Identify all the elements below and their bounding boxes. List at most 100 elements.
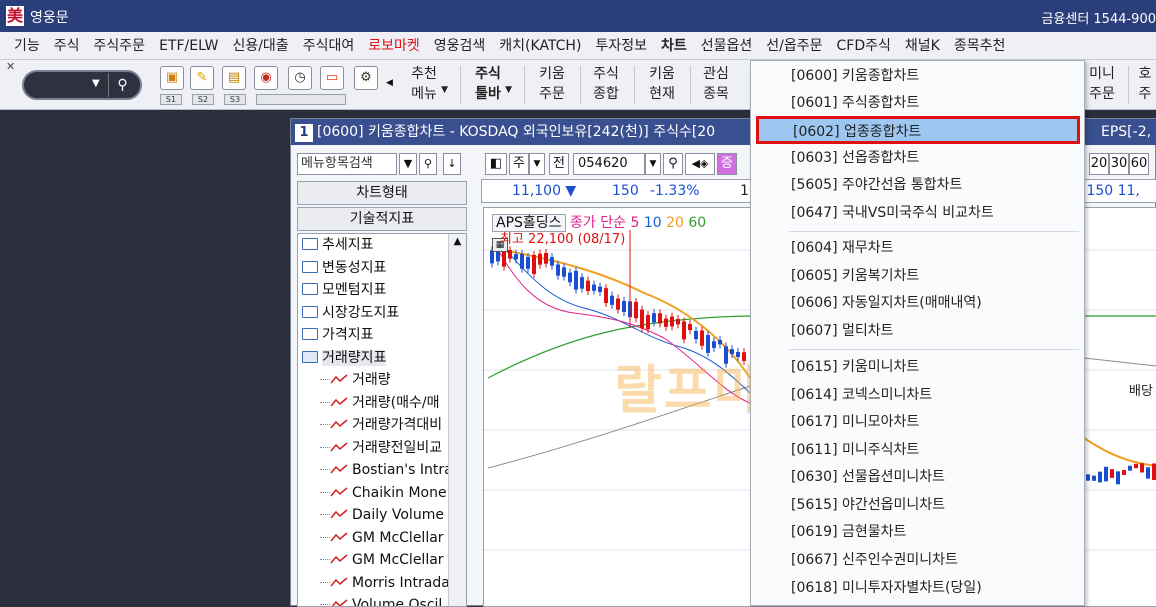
buy-badge-icon[interactable]: 증 [717, 153, 737, 175]
menu-etf-elw[interactable]: ETF/ELW [152, 32, 225, 59]
menu-chart[interactable]: 차트 [654, 32, 694, 59]
menu-function[interactable]: 기능 [0, 32, 47, 59]
kiwoom-order-button[interactable]: 키움 주문 [530, 64, 574, 108]
menu-robo-market[interactable]: 로보마켓 [361, 32, 427, 59]
menu-item-0619[interactable]: [0619] 금현물차트 [791, 519, 906, 545]
menu-item-0607[interactable]: [0607] 멀티차트 [791, 318, 894, 344]
chevron-down-icon[interactable]: ▼ [529, 153, 545, 175]
chevron-down-icon[interactable]: ▼ [645, 153, 661, 175]
gear-icon[interactable]: ⚙ [354, 66, 378, 90]
screen-slot-1[interactable]: S1 [160, 94, 182, 105]
menu-item-5605[interactable]: [5605] 주야간선옵 통합차트 [791, 172, 962, 198]
menu-stock-order[interactable]: 주식주문 [87, 32, 153, 59]
menu-item-0611[interactable]: [0611] 미니주식차트 [791, 437, 919, 463]
search-icon[interactable]: ⚲ [663, 153, 683, 175]
chevron-down-icon[interactable]: ▼ [92, 78, 100, 89]
chevron-left-icon[interactable]: ◀ [386, 78, 393, 88]
tree-item-chaikin[interactable]: Chaikin Mone [320, 482, 466, 505]
chevron-down-icon[interactable]: ▼ [399, 153, 417, 175]
tree-item-gm-mcclellan-1[interactable]: GM McClellar [320, 527, 466, 550]
menu-item-0601[interactable]: [0601] 주식종합차트 [791, 90, 919, 116]
menu-item-search-input[interactable]: 메뉴항목검색 [297, 153, 397, 175]
tree-folder-volume[interactable]: 거래량지표 [298, 347, 446, 370]
menu-item-0647[interactable]: [0647] 국내VS미국주식 비교차트 [791, 200, 994, 226]
menu-item-0605[interactable]: [0605] 키움복기차트 [791, 263, 919, 289]
menu-item-0614[interactable]: [0614] 코넥스미니차트 [791, 382, 932, 408]
stock-toolbar-button[interactable]: 주식 툴바 ▼ [466, 64, 512, 108]
period-60[interactable]: 60 [1129, 153, 1149, 175]
chevron-down-icon[interactable]: ▼ [505, 80, 512, 100]
menu-katch[interactable]: 캐치(KATCH) [492, 32, 588, 59]
tree-item-volume-oscillator[interactable]: Volume Oscil [320, 594, 466, 606]
search-icon[interactable]: ⚲ [419, 153, 437, 175]
menu-item-0602-selected[interactable]: [0602] 업종종합차트 [756, 116, 1080, 144]
tree-label: 거래량지표 [322, 349, 387, 366]
stock-overview-button[interactable]: 주식 종합 [584, 64, 628, 108]
tree-folder-trend[interactable]: 추세지표 [298, 234, 446, 257]
tree-item-daily-volume[interactable]: Daily Volume [320, 504, 466, 527]
chevron-up-icon[interactable]: ▲ [449, 234, 466, 250]
save-icon[interactable]: ▣ [160, 66, 184, 90]
menu-item-0667[interactable]: [0667] 신주인수권미니차트 [791, 547, 958, 573]
menu-item-0615[interactable]: [0615] 키움미니차트 [791, 354, 919, 380]
period-30[interactable]: 30 [1109, 153, 1129, 175]
quote-order-button[interactable]: 호주 [1134, 64, 1156, 108]
menu-fo-order[interactable]: 선/옵주문 [759, 32, 829, 59]
tree-folder-price[interactable]: 가격지표 [298, 324, 446, 347]
period-20[interactable]: 20 [1089, 153, 1109, 175]
menu-stock[interactable]: 주식 [47, 32, 87, 59]
toolbar-divider [634, 66, 635, 104]
mini-order-button[interactable]: 미니 주문 [1082, 64, 1122, 108]
download-icon[interactable]: ↓ [443, 153, 461, 175]
brush-icon[interactable]: ✎ [190, 66, 214, 90]
tab-chart-type[interactable]: 차트형태 [297, 181, 467, 205]
menu-item-0617[interactable]: [0617] 미니모아차트 [791, 409, 919, 435]
stock-code-input[interactable]: 054620 [573, 153, 645, 175]
menu-item-0606[interactable]: [0606] 자동일지차트(매매내역) [791, 290, 982, 316]
tree-item-volume-buy-sell[interactable]: 거래량(매수/매 [320, 392, 466, 415]
menu-item-0600[interactable]: [0600] 키움종합차트 [791, 63, 919, 89]
menu-item-0618[interactable]: [0618] 미니투자자별차트(당일) [791, 575, 982, 601]
monitor-icon[interactable]: ▭ [320, 66, 344, 90]
tree-item-volume-price-ratio[interactable]: 거래량가격대비 [320, 414, 466, 437]
period-select[interactable]: 주 [509, 153, 529, 175]
tree-item-gm-mcclellan-2[interactable]: GM McClellar [320, 549, 466, 572]
watchlist-button[interactable]: 관심 종목 [694, 64, 738, 108]
screen-slot-3[interactable]: S3 [224, 94, 246, 105]
layout-icon[interactable]: ◧ [485, 153, 507, 175]
menu-search-box[interactable]: ▼ ⚲ [22, 70, 142, 100]
menu-futures-options[interactable]: 선물옵션 [694, 32, 760, 59]
close-toolbar-icon[interactable]: ✕ [6, 60, 15, 73]
chevron-down-icon[interactable]: ▼ [441, 80, 448, 100]
camera-icon[interactable]: ◉ [254, 66, 278, 90]
tab-technical-indicators[interactable]: 기술적지표 [297, 207, 467, 231]
recommend-menu-button[interactable]: 추천 메뉴 ▼ [402, 64, 448, 108]
menu-item-0603[interactable]: [0603] 선옵종합차트 [791, 145, 919, 171]
tree-item-morris[interactable]: Morris Intrada [320, 572, 466, 595]
screen-slot-2[interactable]: S2 [192, 94, 214, 105]
menu-credit-loan[interactable]: 신용/대출 [225, 32, 295, 59]
menu-item-0630[interactable]: [0630] 선물옵션미니차트 [791, 464, 945, 490]
lock-icon[interactable]: ▤ [222, 66, 246, 90]
menu-investment-info[interactable]: 투자정보 [588, 32, 654, 59]
tree-scrollbar[interactable]: ▲ [448, 234, 466, 606]
clock-icon[interactable]: ◷ [288, 66, 312, 90]
tree-item-bostian[interactable]: Bostian's Intra [320, 459, 466, 482]
search-icon[interactable]: ⚲ [108, 73, 136, 97]
tree-item-volume-prev-day[interactable]: 거래량전일비교 [320, 437, 466, 460]
screen-slot-empty[interactable] [256, 94, 346, 105]
menu-stock-recommend[interactable]: 종목추천 [947, 32, 1013, 59]
speaker-icon[interactable]: ◀◈ [685, 153, 715, 175]
menu-channel-k[interactable]: 채널K [898, 32, 947, 59]
tree-folder-momentum[interactable]: 모멘텀지표 [298, 279, 446, 302]
tree-folder-volatility[interactable]: 변동성지표 [298, 257, 446, 280]
menu-stock-lending[interactable]: 주식대여 [296, 32, 362, 59]
menu-item-5615[interactable]: [5615] 야간선옵미니차트 [791, 492, 945, 518]
menu-hero-search[interactable]: 영웅검색 [427, 32, 493, 59]
menu-cfd[interactable]: CFD주식 [830, 32, 898, 59]
prev-button[interactable]: 전 [549, 153, 569, 175]
tree-item-volume[interactable]: 거래량 [320, 369, 466, 392]
kiwoom-current-button[interactable]: 키움 현재 [640, 64, 684, 108]
menu-item-0604[interactable]: [0604] 재무차트 [791, 235, 894, 261]
tree-folder-market-strength[interactable]: 시장강도지표 [298, 302, 446, 325]
